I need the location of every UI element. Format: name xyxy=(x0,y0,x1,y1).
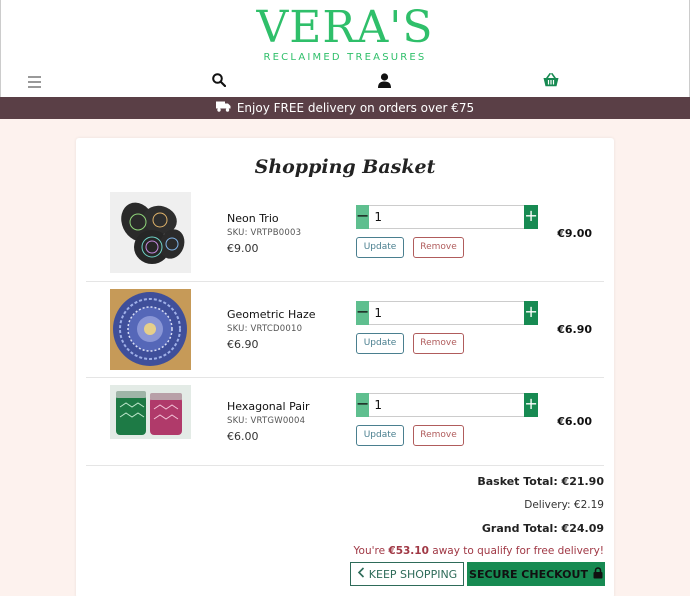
banner-text: Enjoy FREE delivery on orders over €75 xyxy=(236,101,475,115)
keep-shopping-label: KEEP SHOPPING xyxy=(368,567,458,581)
logo-subtitle: RECLAIMED TREASURES xyxy=(263,52,427,63)
truck-icon xyxy=(215,101,231,115)
product-sku: SKU: VRTGW0004 xyxy=(227,416,306,426)
update-button[interactable]: Update xyxy=(356,333,404,354)
product-name[interactable]: Neon Trio xyxy=(227,212,279,225)
update-button[interactable]: Update xyxy=(356,237,404,258)
update-button[interactable]: Update xyxy=(356,425,404,446)
free-delivery-message: You're €53.10 away to qualify for free d… xyxy=(354,545,604,557)
keep-shopping-button[interactable]: KEEP SHOPPING xyxy=(350,562,464,586)
search-icon[interactable] xyxy=(211,72,227,88)
product-image[interactable] xyxy=(110,192,191,273)
product-price: €6.00 xyxy=(227,430,259,443)
basket-total: Basket Total: €21.90 xyxy=(477,475,604,488)
logo-title: VERA'S xyxy=(256,2,434,53)
increase-quantity-button[interactable]: + xyxy=(524,301,538,325)
page-title: Shopping Basket xyxy=(254,156,436,178)
basket-row: Geometric Haze SKU: VRTCD0010 €6.90 − + … xyxy=(86,281,604,375)
secure-checkout-button[interactable]: SECURE CHECKOUT xyxy=(467,562,605,586)
site-header: VERA'S RECLAIMED TREASURES xyxy=(0,0,690,97)
delivery-cost: Delivery: €2.19 xyxy=(524,499,604,511)
basket-icon[interactable] xyxy=(543,72,559,88)
totals-divider xyxy=(86,465,604,466)
basket-row: Hexagonal Pair SKU: VRTGW0004 €6.00 − + … xyxy=(86,377,604,465)
promo-amount: €53.10 xyxy=(388,545,429,557)
remove-button[interactable]: Remove xyxy=(413,237,464,258)
line-subtotal: €6.90 xyxy=(557,323,592,336)
increase-quantity-button[interactable]: + xyxy=(524,205,538,229)
grand-total: Grand Total: €24.09 xyxy=(481,522,604,535)
basket-row: Neon Trio SKU: VRTPB0003 €9.00 − + Updat… xyxy=(86,188,604,282)
hamburger-icon[interactable] xyxy=(28,75,41,91)
product-sku: SKU: VRTCD0010 xyxy=(227,324,303,334)
basket-card: Shopping Basket Neon Trio SKU: VRTPB0003… xyxy=(76,138,614,596)
lock-icon xyxy=(593,566,603,582)
product-sku: SKU: VRTPB0003 xyxy=(227,228,302,238)
product-name[interactable]: Geometric Haze xyxy=(227,308,316,321)
decrease-quantity-button[interactable]: − xyxy=(356,393,370,417)
quantity-stepper: − + xyxy=(356,205,538,229)
quantity-input[interactable] xyxy=(369,301,525,325)
line-subtotal: €6.00 xyxy=(557,415,592,428)
remove-button[interactable]: Remove xyxy=(413,425,464,446)
quantity-input[interactable] xyxy=(369,205,525,229)
quantity-stepper: − + xyxy=(356,393,538,417)
user-icon[interactable] xyxy=(376,72,392,88)
remove-button[interactable]: Remove xyxy=(413,333,464,354)
product-image[interactable] xyxy=(110,385,191,439)
product-name[interactable]: Hexagonal Pair xyxy=(227,400,310,413)
line-subtotal: €9.00 xyxy=(557,227,592,240)
product-image[interactable] xyxy=(110,289,191,370)
decrease-quantity-button[interactable]: − xyxy=(356,301,370,325)
chevron-left-icon xyxy=(357,567,365,581)
product-price: €6.90 xyxy=(227,338,259,351)
decrease-quantity-button[interactable]: − xyxy=(356,205,370,229)
quantity-stepper: − + xyxy=(356,301,538,325)
promo-suffix: away to qualify for free delivery! xyxy=(428,545,604,557)
increase-quantity-button[interactable]: + xyxy=(524,393,538,417)
promo-prefix: You're xyxy=(353,545,389,557)
free-delivery-banner: Enjoy FREE delivery on orders over €75 xyxy=(0,97,690,119)
site-logo[interactable]: VERA'S RECLAIMED TREASURES xyxy=(1,2,689,64)
quantity-input[interactable] xyxy=(369,393,525,417)
product-price: €9.00 xyxy=(227,242,259,255)
secure-checkout-label: SECURE CHECKOUT xyxy=(469,567,588,581)
